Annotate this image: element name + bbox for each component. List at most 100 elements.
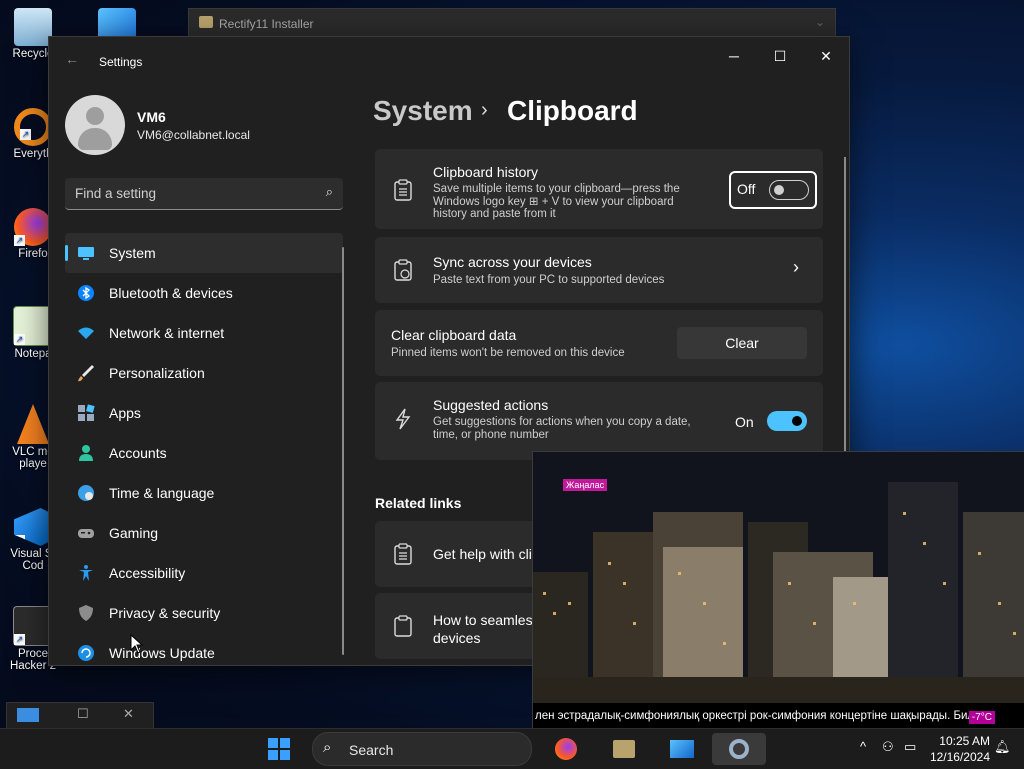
maximize-button[interactable]: ☐: [757, 41, 803, 71]
sidebar-item-label: Time & language: [109, 485, 215, 501]
sidebar-item-label: Accessibility: [109, 565, 186, 581]
window-thumbnail-icon: [17, 708, 39, 722]
sidebar-item-system[interactable]: System: [65, 233, 343, 273]
clipboard-icon: [394, 543, 412, 565]
sidebar-item-label: Gaming: [109, 525, 159, 541]
sidebar-item-label: Windows Update: [109, 645, 215, 661]
refresh-icon: [78, 645, 94, 661]
close-button[interactable]: ✕: [803, 41, 849, 71]
clipboard-history-toggle[interactable]: Off: [729, 171, 817, 209]
everything-search-icon: ↗: [14, 108, 52, 146]
video-app-icon: [670, 740, 694, 758]
maximize-icon[interactable]: ☐: [77, 706, 89, 722]
chevron-down-icon[interactable]: ⌄: [815, 15, 825, 29]
window-title: Settings: [99, 55, 143, 69]
sidebar-item-label: Accounts: [109, 445, 167, 461]
card-title: Clear clipboard data: [391, 327, 517, 343]
taskbar-firefox[interactable]: [546, 733, 586, 765]
sidebar-item-accessibility[interactable]: Accessibility: [65, 553, 343, 593]
shortcut-arrow-icon: ↗: [14, 334, 25, 345]
channel-tag: Жаңалас: [563, 479, 608, 491]
tray-chevron-icon[interactable]: ^: [860, 739, 866, 754]
content-scrollbar[interactable]: [844, 157, 846, 467]
shortcut-arrow-icon: ↗: [20, 129, 31, 140]
gamepad-icon: [78, 529, 94, 538]
wifi-icon: [78, 327, 94, 339]
title-bar[interactable]: ← Settings ─ ☐ ✕: [49, 37, 849, 81]
related-link-label: Get help with cli: [433, 546, 532, 562]
sync-devices-card[interactable]: Sync across your devices Paste text from…: [375, 237, 823, 303]
network-icon[interactable]: ⚇: [882, 739, 894, 755]
lightning-icon: [395, 408, 411, 430]
sidebar-item-bluetooth[interactable]: Bluetooth & devices: [65, 273, 343, 313]
sidebar-item-label: Privacy & security: [109, 605, 221, 621]
taskbar-settings[interactable]: [712, 733, 766, 765]
sidebar-item-network[interactable]: Network & internet: [65, 313, 343, 353]
sidebar-scrollbar[interactable]: [342, 247, 344, 655]
taskbar-video-app[interactable]: [662, 733, 702, 765]
clear-button[interactable]: Clear: [677, 327, 807, 359]
video-overlay[interactable]: Жаңалас лен эстрадалық-симфониялық оркес…: [532, 451, 1024, 730]
taskbar: ⌕ Search ^ ⚇ ▭ 10:25 AM 12/16/2024 🔔︎: [0, 728, 1024, 769]
suggested-actions-card: Suggested actions Get suggestions for ac…: [375, 382, 823, 460]
card-description: Pinned items won't be removed on this de…: [391, 347, 625, 359]
related-link-label: How to seamles devices: [433, 612, 533, 646]
vlc-cone-icon: [17, 404, 49, 444]
sidebar-item-gaming[interactable]: Gaming: [65, 513, 343, 553]
user-body-icon: [78, 128, 112, 150]
start-button[interactable]: [268, 738, 290, 760]
search-placeholder: Find a setting: [75, 186, 157, 201]
bluetooth-icon: [78, 285, 94, 301]
mouse-cursor-icon: [130, 634, 144, 654]
toggle-switch-off: [769, 180, 809, 200]
brush-icon: [78, 365, 94, 382]
back-arrow-icon[interactable]: ←: [65, 51, 79, 67]
clock-time: 10:25 AM: [939, 734, 990, 748]
sidebar-item-time-language[interactable]: Time & language: [65, 473, 343, 513]
clipboard-history-card: Clipboard history Save multiple items to…: [375, 149, 823, 229]
card-description: Paste text from your PC to supported dev…: [433, 274, 665, 286]
card-description: Get suggestions for actions when you cop…: [433, 416, 691, 441]
avatar[interactable]: [65, 95, 125, 155]
firefox-icon: ↗: [14, 208, 52, 246]
taskbar-search[interactable]: ⌕ Search: [312, 732, 532, 766]
breadcrumb-parent[interactable]: System: [373, 95, 473, 127]
clipboard-sync-icon: [394, 259, 412, 281]
breadcrumb-separator: ›: [481, 99, 488, 121]
sidebar-item-windows-update[interactable]: Windows Update: [65, 633, 343, 665]
firefox-icon: [555, 738, 577, 760]
snap-layout-bar[interactable]: ☐ ✕: [6, 702, 154, 730]
sidebar-item-label: Bluetooth & devices: [109, 285, 233, 301]
clock[interactable]: 10:25 AM 12/16/2024: [928, 733, 990, 765]
sidebar-item-apps[interactable]: Apps: [65, 393, 343, 433]
toggle-state-label: On: [735, 414, 754, 430]
card-title: Sync across your devices: [433, 254, 592, 270]
close-icon[interactable]: ✕: [123, 706, 134, 722]
display-icon[interactable]: ▭: [904, 739, 916, 755]
minimize-button[interactable]: ─: [711, 41, 757, 71]
sidebar-item-privacy[interactable]: Privacy & security: [65, 593, 343, 633]
notification-bell-icon[interactable]: 🔔︎: [994, 739, 1011, 755]
clear-clipboard-card: Clear clipboard data Pinned items won't …: [375, 310, 823, 376]
search-input[interactable]: Find a setting ⌕: [65, 178, 343, 210]
globe-clock-icon: [78, 485, 94, 501]
sidebar-nav: System Bluetooth & devices Network & int…: [65, 233, 343, 665]
sidebar-item-label: Apps: [109, 405, 141, 421]
search-icon: ⌕: [325, 184, 333, 199]
accessibility-icon: [79, 565, 93, 581]
clock-date: 12/16/2024: [929, 750, 990, 764]
installer-icon: [613, 740, 635, 758]
sidebar-item-accounts[interactable]: Accounts: [65, 433, 343, 473]
search-icon: ⌕: [323, 739, 332, 756]
installer-title: Rectify11 Installer: [219, 17, 314, 31]
suggested-actions-toggle[interactable]: [767, 411, 807, 431]
apps-icon: [78, 404, 95, 421]
sidebar-item-label: Personalization: [109, 365, 205, 381]
person-icon: [79, 445, 93, 461]
sidebar-item-personalization[interactable]: Personalization: [65, 353, 343, 393]
taskbar-installer[interactable]: [604, 733, 644, 765]
monitor-icon: [78, 247, 94, 260]
shortcut-arrow-icon: ↗: [14, 235, 25, 246]
card-title: Suggested actions: [433, 397, 549, 413]
folder-icon: [199, 16, 213, 28]
